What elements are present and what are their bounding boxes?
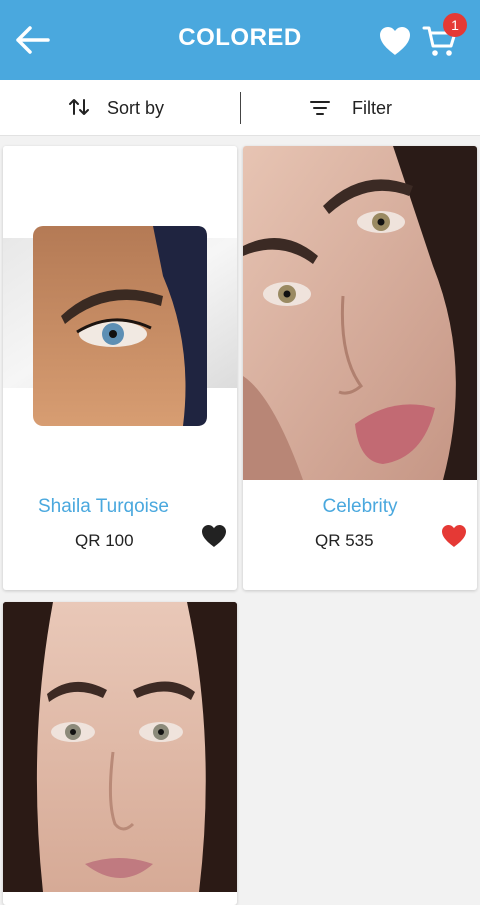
filter-button[interactable]: Filter <box>241 80 480 136</box>
cart-count-badge: 1 <box>443 13 467 37</box>
sort-label: Sort by <box>107 98 165 118</box>
product-image[interactable] <box>3 602 237 892</box>
product-name[interactable]: Shaila Turqoise <box>38 496 237 518</box>
product-name[interactable]: Celebrity <box>243 496 477 518</box>
product-image[interactable] <box>3 146 237 480</box>
product-card[interactable] <box>3 602 237 905</box>
favorite-heart-icon[interactable] <box>441 524 467 548</box>
favorite-heart-icon[interactable] <box>201 524 227 548</box>
wishlist-heart-icon[interactable] <box>378 25 412 57</box>
sort-arrows-icon <box>69 99 89 115</box>
product-card[interactable]: Celebrity QR 535 <box>243 146 477 590</box>
sort-button[interactable]: Sort by <box>0 80 240 136</box>
sort-filter-bar: Sort by Filter <box>0 80 480 136</box>
app-bar: COLORED 1 <box>0 0 480 80</box>
product-image[interactable] <box>243 146 477 480</box>
product-card[interactable]: Shaila Turqoise QR 100 <box>3 146 237 590</box>
filter-label: Filter <box>352 98 392 118</box>
filter-lines-icon <box>310 101 330 115</box>
